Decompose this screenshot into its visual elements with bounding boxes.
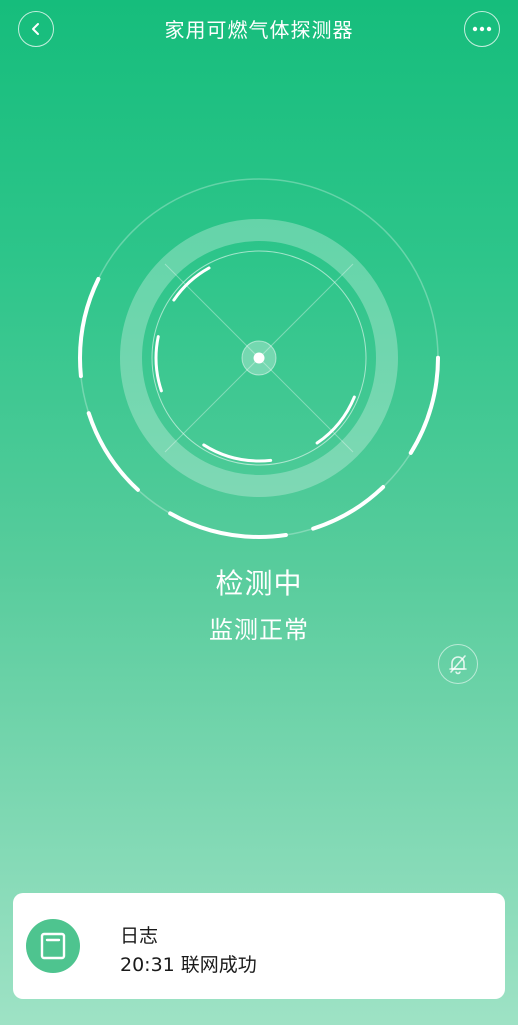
log-book-icon (40, 932, 66, 960)
log-latest-entry: 20:31 联网成功 (120, 954, 257, 976)
header-bar: 家用可燃气体探测器 (0, 0, 518, 60)
log-title: 日志 (120, 925, 159, 947)
detection-status: 检测中 (215, 567, 303, 600)
more-dots-icon (472, 26, 492, 32)
log-icon-badge (26, 919, 80, 973)
monitor-status: 监测正常 (209, 616, 309, 644)
more-button[interactable] (464, 11, 500, 47)
bell-off-icon (449, 655, 467, 675)
log-card[interactable]: 日志 20:31 联网成功 (13, 893, 505, 999)
detection-radar-gauge (78, 177, 440, 539)
page-title: 家用可燃气体探测器 (164, 18, 354, 42)
mute-alarm-button[interactable] (438, 644, 478, 684)
